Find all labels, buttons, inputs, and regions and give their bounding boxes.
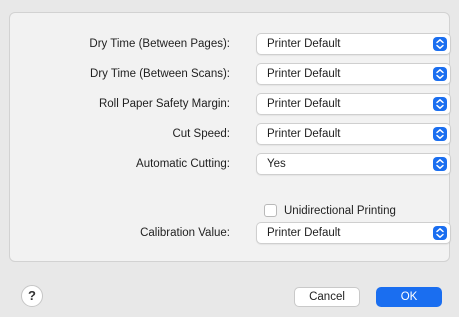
automatic-cutting-label: Automatic Cutting: — [136, 158, 230, 170]
dry-time-scans-popup[interactable]: Printer Default — [256, 63, 451, 85]
cancel-button[interactable]: Cancel — [294, 287, 360, 307]
help-button[interactable]: ? — [21, 285, 43, 307]
safety-margin-value: Printer Default — [267, 98, 341, 110]
setting-row-dry-time-pages: Dry Time (Between Pages): Printer Defaul… — [10, 33, 451, 55]
automatic-cutting-value: Yes — [267, 158, 286, 170]
setting-row-automatic-cutting: Automatic Cutting: Yes — [10, 153, 451, 175]
dry-time-scans-value: Printer Default — [267, 68, 341, 80]
setting-row-dry-time-scans: Dry Time (Between Scans): Printer Defaul… — [10, 63, 451, 85]
safety-margin-label: Roll Paper Safety Margin: — [98, 98, 230, 110]
question-mark-icon: ? — [28, 288, 36, 303]
setting-row-calibration: Calibration Value: Printer Default — [10, 222, 451, 244]
automatic-cutting-popup[interactable]: Yes — [256, 153, 451, 175]
settings-panel: Dry Time (Between Pages): Printer Defaul… — [9, 12, 451, 262]
dry-time-pages-value: Printer Default — [267, 38, 341, 50]
dry-time-pages-popup[interactable]: Printer Default — [256, 33, 451, 55]
unidirectional-printing-checkbox[interactable] — [264, 204, 277, 217]
up-down-chevron-icon — [433, 37, 447, 51]
up-down-chevron-icon — [433, 97, 447, 111]
print-settings-dialog: Dry Time (Between Pages): Printer Defaul… — [0, 0, 459, 317]
dry-time-scans-label: Dry Time (Between Scans): — [90, 68, 230, 80]
up-down-chevron-icon — [433, 67, 447, 81]
safety-margin-popup[interactable]: Printer Default — [256, 93, 451, 115]
cut-speed-value: Printer Default — [267, 128, 341, 140]
cut-speed-popup[interactable]: Printer Default — [256, 123, 451, 145]
unidirectional-printing-label[interactable]: Unidirectional Printing — [284, 202, 396, 220]
calibration-value-value: Printer Default — [267, 227, 341, 239]
up-down-chevron-icon — [433, 157, 447, 171]
setting-row-cut-speed: Cut Speed: Printer Default — [10, 123, 451, 145]
setting-row-safety-margin: Roll Paper Safety Margin: Printer Defaul… — [10, 93, 451, 115]
calibration-value-label: Calibration Value: — [140, 227, 230, 239]
calibration-value-popup[interactable]: Printer Default — [256, 222, 451, 244]
cut-speed-label: Cut Speed: — [172, 128, 230, 140]
up-down-chevron-icon — [433, 226, 447, 240]
ok-button[interactable]: OK — [376, 287, 442, 307]
up-down-chevron-icon — [433, 127, 447, 141]
dry-time-pages-label: Dry Time (Between Pages): — [89, 38, 230, 50]
